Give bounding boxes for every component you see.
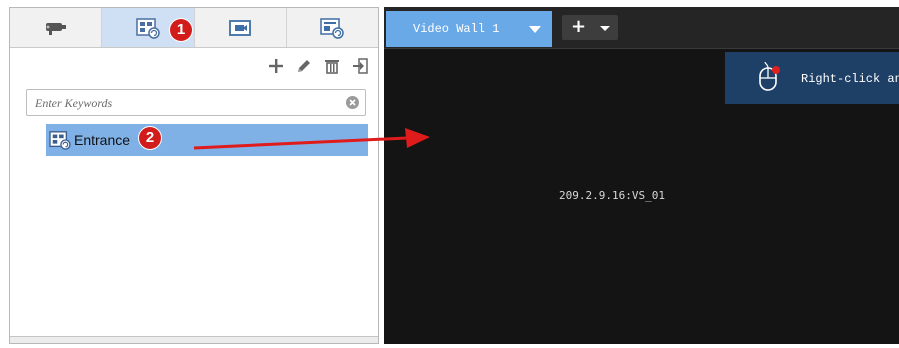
- import-icon: [353, 58, 368, 74]
- delete-button[interactable]: [322, 56, 342, 76]
- delete-icon: [325, 60, 339, 74]
- add-wall-button[interactable]: +: [562, 15, 618, 40]
- search-box: [26, 89, 366, 116]
- tab-video-wall-1[interactable]: Video Wall 1: [386, 11, 552, 47]
- resource-panel: Entrance: [9, 7, 379, 344]
- add-icon: [269, 59, 283, 73]
- panel-divider: [10, 336, 378, 343]
- screen-icon: [229, 19, 252, 36]
- wall-tab-label: Video Wall 1: [413, 22, 500, 36]
- video-wall-area[interactable]: Video Wall 1 + Right-click an 209.2.9.16…: [384, 7, 899, 344]
- wall-config-icon: [320, 17, 345, 39]
- tab-screen[interactable]: [195, 8, 287, 47]
- edit-button[interactable]: [294, 56, 314, 76]
- wall-tab-bar: Video Wall 1 +: [384, 7, 899, 49]
- hint-tooltip: Right-click an: [725, 52, 899, 104]
- clear-icon[interactable]: [345, 95, 360, 110]
- camera-icon: [45, 22, 66, 35]
- search-input[interactable]: [35, 94, 335, 112]
- window-label: 209.2.9.16:VS_01: [559, 189, 665, 202]
- chevron-down-icon[interactable]: [529, 26, 541, 33]
- resource-tab-bar: [10, 8, 378, 48]
- plus-icon: +: [571, 16, 587, 37]
- import-button[interactable]: [350, 56, 370, 76]
- mouse-icon: [759, 62, 780, 91]
- add-button[interactable]: [266, 56, 286, 76]
- tab-camera[interactable]: [10, 8, 103, 47]
- tooltip-text: Right-click an: [801, 72, 899, 86]
- tree-item-entrance[interactable]: Entrance: [46, 124, 368, 156]
- step-badge-2: 2: [139, 127, 161, 149]
- video-wall-view-icon: [49, 131, 71, 150]
- resource-toolbar: [266, 56, 370, 76]
- tree-item-label: Entrance: [74, 132, 131, 148]
- tab-wall-config[interactable]: [287, 8, 378, 47]
- video-wall-view-icon: [136, 17, 160, 39]
- step-badge-1: 1: [170, 19, 192, 41]
- edit-icon: [298, 60, 310, 72]
- chevron-down-icon: [600, 26, 610, 31]
